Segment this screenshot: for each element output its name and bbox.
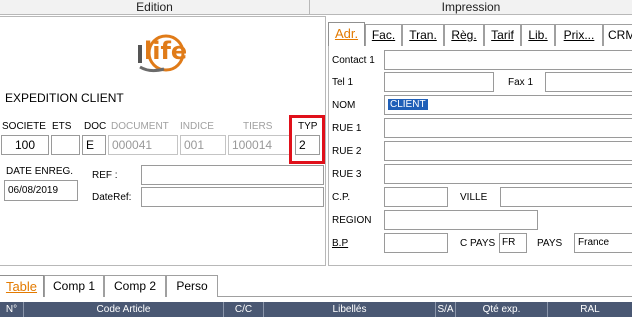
contact1-label: Contact 1: [332, 55, 375, 66]
bottom-tab-strip: Table Comp 1 Comp 2 Perso: [0, 275, 632, 297]
col-libelles[interactable]: Libellés: [264, 302, 436, 317]
ville-label: VILLE: [460, 192, 488, 203]
ets-field[interactable]: [51, 135, 80, 155]
cp-field[interactable]: [384, 187, 448, 207]
tab-perso[interactable]: Perso: [166, 275, 218, 297]
tab-table[interactable]: Table: [0, 275, 44, 297]
fax1-field[interactable]: [545, 72, 632, 92]
contact1-field[interactable]: [384, 50, 632, 70]
doc-field[interactable]: E: [82, 135, 106, 155]
ref-label: REF :: [92, 170, 118, 181]
doc-label: DOC: [84, 121, 107, 132]
document-label: DOCUMENT: [111, 121, 169, 132]
nom-label: NOM: [332, 100, 356, 111]
table-header: N° Code Article C/C Libellés S/A Qté exp…: [0, 302, 632, 317]
tiers-field: 100014: [228, 135, 291, 155]
bp-field[interactable]: [384, 233, 448, 253]
logo-text: life: [144, 37, 188, 65]
date-enreg-field[interactable]: 06/08/2019: [4, 180, 78, 201]
impression-header: Impression: [310, 0, 632, 15]
tab-comp1[interactable]: Comp 1: [44, 275, 104, 297]
rue3-field[interactable]: [384, 164, 632, 184]
tel1-field[interactable]: [384, 72, 494, 92]
nom-selected-text: CLIENT: [388, 99, 428, 110]
rue1-field[interactable]: [384, 118, 632, 138]
fax1-label: Fax 1: [508, 77, 534, 88]
col-sa[interactable]: S/A: [436, 302, 456, 317]
societe-field[interactable]: 100: [1, 135, 49, 155]
region-label: REGION: [332, 215, 372, 226]
tab-fac[interactable]: Fac.: [365, 24, 402, 46]
document-field: 000041: [108, 135, 178, 155]
col-ral[interactable]: RAL: [548, 302, 632, 317]
nom-field[interactable]: CLIENT: [384, 95, 632, 115]
pays-label: PAYS: [537, 238, 563, 249]
col-num[interactable]: N°: [0, 302, 24, 317]
rue3-label: RUE 3: [332, 169, 362, 180]
tab-crm[interactable]: CRM: [603, 24, 632, 46]
tiers-label: TIERS: [243, 121, 273, 132]
cpays-field[interactable]: FR: [499, 233, 527, 253]
bp-label: B.P: [332, 238, 349, 249]
date-enreg-label: DATE ENREG.: [6, 166, 74, 177]
indice-label: INDICE: [180, 121, 214, 132]
dateref-label: DateRef:: [92, 192, 132, 203]
form-title: EXPEDITION CLIENT: [5, 91, 124, 105]
tab-comp2[interactable]: Comp 2: [104, 275, 166, 297]
societe-label: SOCIETE: [2, 121, 46, 132]
cpays-label: C PAYS: [460, 238, 496, 249]
indice-field: 001: [180, 135, 226, 155]
right-tab-strip: Adr. Fac. Tran. Règ. Tarif Lib. Prix... …: [328, 22, 632, 46]
tab-prix[interactable]: Prix...: [555, 24, 603, 46]
tab-tran[interactable]: Tran.: [402, 24, 444, 46]
col-qte-exp[interactable]: Qté exp.: [456, 302, 548, 317]
col-cc[interactable]: C/C: [224, 302, 264, 317]
ref-field[interactable]: [141, 165, 324, 185]
tab-reg[interactable]: Règ.: [444, 24, 484, 46]
rue2-label: RUE 2: [332, 146, 362, 157]
tab-lib[interactable]: Lib.: [521, 24, 555, 46]
tab-tarif[interactable]: Tarif: [484, 24, 521, 46]
company-logo: life: [130, 33, 198, 77]
rue2-field[interactable]: [384, 141, 632, 161]
cp-label: C.P.: [332, 192, 351, 203]
dateref-field[interactable]: [141, 187, 324, 207]
tel1-label: Tel 1: [332, 77, 354, 88]
col-code-article[interactable]: Code Article: [24, 302, 224, 317]
rue1-label: RUE 1: [332, 123, 362, 134]
pays-field[interactable]: France: [574, 233, 632, 253]
ets-label: ETS: [52, 121, 72, 132]
region-field[interactable]: [384, 210, 538, 230]
typ-highlight-box: [289, 115, 325, 164]
ville-field[interactable]: [500, 187, 632, 207]
tab-adr[interactable]: Adr.: [328, 22, 365, 46]
edition-header: Edition: [0, 0, 310, 15]
